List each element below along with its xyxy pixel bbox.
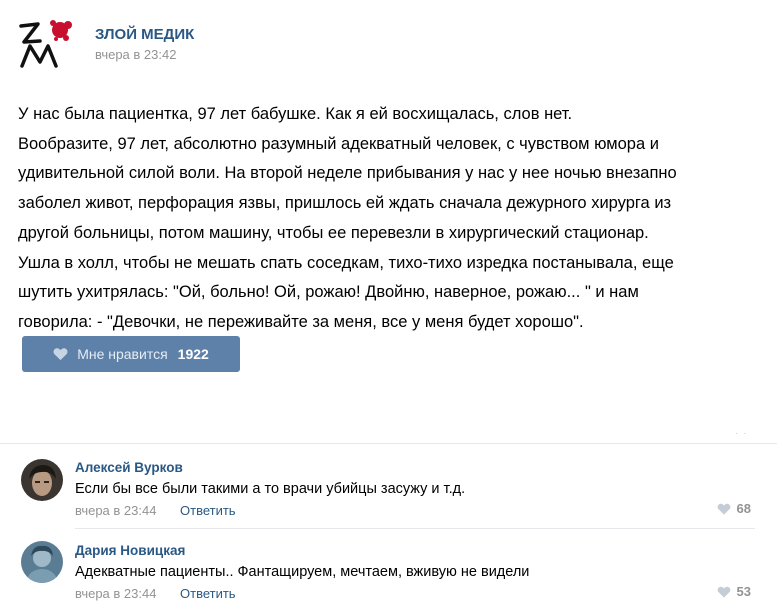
comment-text: Если бы все были такими а то врачи убийц…: [75, 481, 466, 497]
heart-icon: [717, 586, 730, 598]
comment-text: Адекватные пациенты.. Фантащируем, мечта…: [75, 564, 530, 580]
like-button[interactable]: Мне нравится 1922: [22, 336, 240, 372]
comment-like-button[interactable]: 68: [717, 501, 751, 516]
post-time[interactable]: вчера в 23:42: [95, 47, 176, 62]
comment-item: Дария Новицкая Адекватные пациенты.. Фан…: [0, 528, 777, 612]
comment-item: Алексей Вурков Если бы все были такими а…: [0, 444, 777, 528]
post-text: У нас была пациентка, 97 лет бабушке. Ка…: [18, 105, 677, 331]
post-header: ЗЛОЙ МЕДИК вчера в 23:42: [18, 16, 718, 72]
comment-author-link[interactable]: Алексей Вурков: [75, 460, 183, 475]
group-name-link[interactable]: ЗЛОЙ МЕДИК: [95, 26, 194, 43]
heart-icon: [717, 503, 730, 515]
avatar[interactable]: [21, 459, 63, 501]
comment-author-link[interactable]: Дария Новицкая: [75, 543, 185, 558]
comment-like-button[interactable]: 53: [717, 584, 751, 599]
like-label: Мне нравится: [77, 346, 168, 362]
comment-time[interactable]: вчера в 23:44: [75, 503, 156, 518]
group-logo-icon[interactable]: [18, 16, 74, 72]
comment-like-count: 68: [736, 501, 751, 516]
comment-like-count: 53: [736, 584, 751, 599]
more-dots-icon[interactable]: · ·: [735, 428, 747, 439]
reply-button[interactable]: Ответить: [180, 586, 236, 601]
avatar[interactable]: [21, 541, 63, 583]
heart-icon: [53, 348, 68, 361]
comment-time[interactable]: вчера в 23:44: [75, 586, 156, 601]
like-count: 1922: [177, 346, 209, 362]
reply-button[interactable]: Ответить: [180, 503, 236, 518]
